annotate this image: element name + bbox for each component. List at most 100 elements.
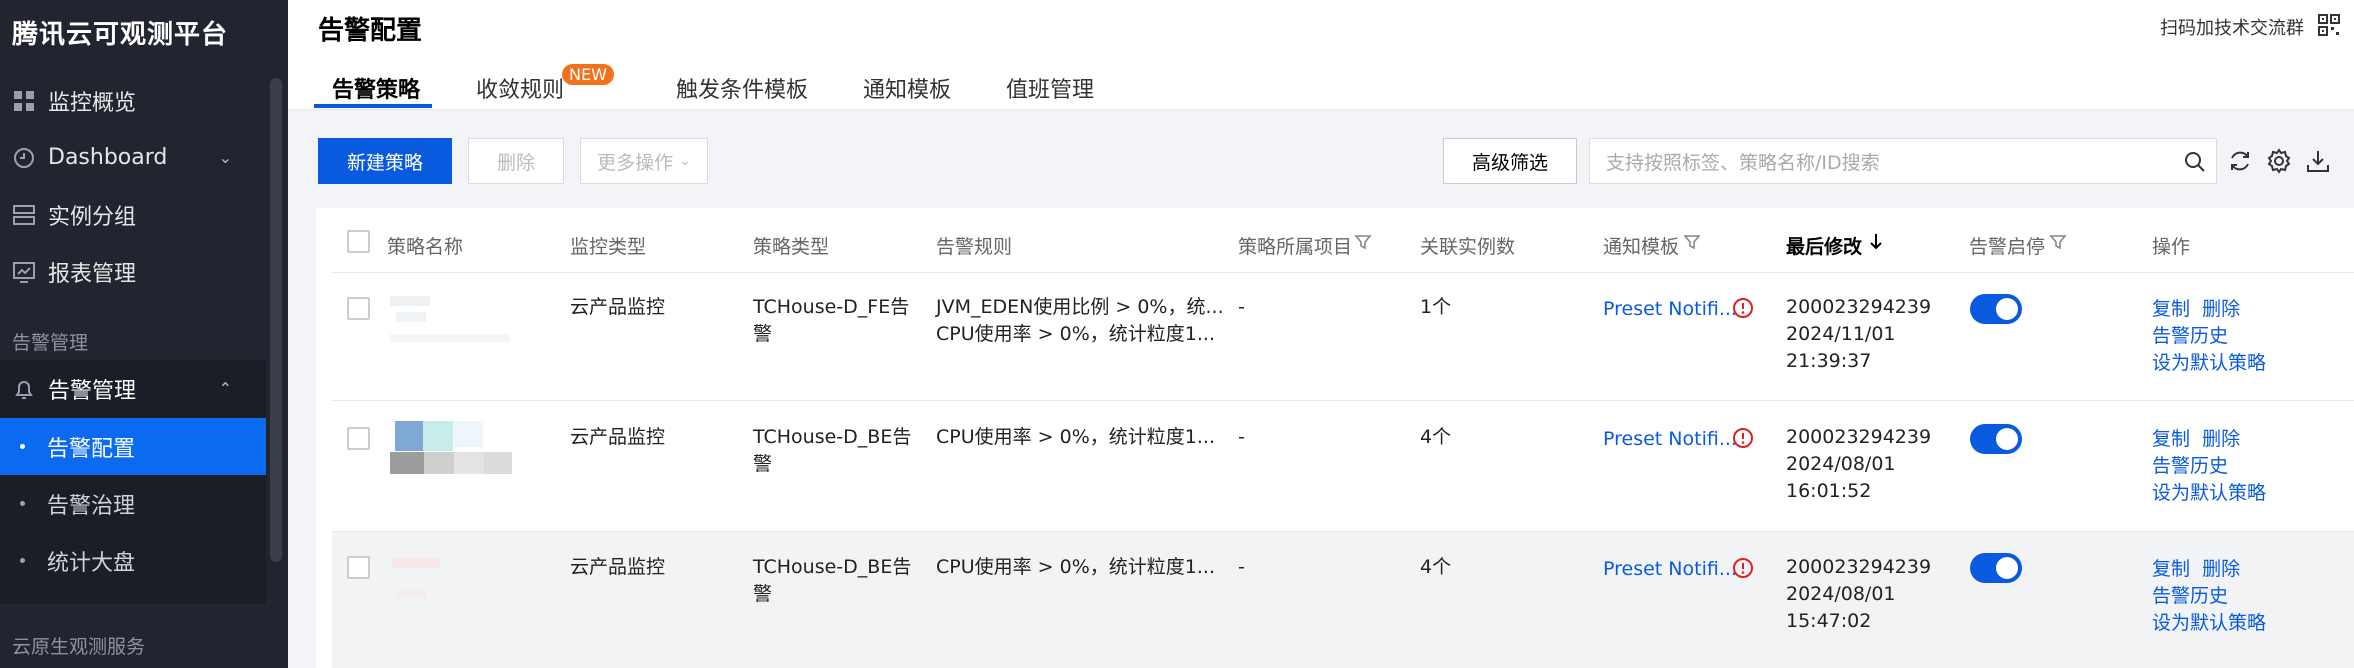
sidebar-item-reports[interactable]: 报表管理 xyxy=(0,243,266,300)
modified-date: 2024/11/01 xyxy=(1786,323,1896,345)
sidebar-group-alarm[interactable]: 告警管理 ⌃ xyxy=(0,360,266,417)
filter-icon[interactable] xyxy=(1353,232,1375,254)
download-icon[interactable] xyxy=(2305,148,2331,174)
alarm-history-link[interactable]: 告警历史 xyxy=(2152,453,2266,480)
tab-trigger-templates[interactable]: 触发条件模板 xyxy=(676,72,808,104)
modified-date: 2024/08/01 xyxy=(1786,583,1896,605)
tab-on-call[interactable]: 值班管理 xyxy=(1006,72,1094,104)
project: - xyxy=(1238,556,1245,578)
filter-icon[interactable] xyxy=(1682,232,1704,254)
warning-circle-icon[interactable] xyxy=(1732,297,1754,319)
dashboard-grid-icon xyxy=(12,89,36,113)
chevron-down-icon[interactable]: ⌄ xyxy=(219,148,232,167)
clock-icon xyxy=(12,146,36,170)
page-title: 告警配置 xyxy=(318,16,423,46)
alarm-history-link[interactable]: 告警历史 xyxy=(2152,583,2266,610)
alarm-history-link[interactable]: 告警历史 xyxy=(2152,323,2266,350)
alarm-toggle[interactable] xyxy=(1970,553,2022,583)
policy-name-redacted[interactable] xyxy=(395,421,423,451)
row-checkbox[interactable] xyxy=(347,297,370,320)
delete-link[interactable]: 删除 xyxy=(2202,428,2240,450)
gear-icon[interactable] xyxy=(2266,148,2292,174)
toggle-knob xyxy=(1996,428,2018,450)
tab-notify-templates[interactable]: 通知模板 xyxy=(863,72,951,104)
tab-convergence-rules[interactable]: 收敛规则 xyxy=(476,72,564,104)
more-operations-dropdown[interactable]: 更多操作 ⌄ xyxy=(580,138,708,184)
row-operations: 复制 删除 告警历史 设为默认策略 xyxy=(2152,426,2266,507)
alarm-rules: JVM_EDEN使用比例 > 0%，统... CPU使用率 > 0%，统计粒度1… xyxy=(936,294,1224,348)
policy-id-redacted xyxy=(424,452,454,474)
row-divider xyxy=(332,272,2354,273)
policy-type: TCHouse-D_BE告 警 xyxy=(753,554,911,608)
set-default-link[interactable]: 设为默认策略 xyxy=(2152,350,2266,377)
row-checkbox[interactable] xyxy=(347,556,370,579)
copy-link[interactable]: 复制 xyxy=(2152,428,2190,450)
toggle-knob xyxy=(1996,298,2018,320)
last-modified: 200023294239 2024/08/01 16:01:52 xyxy=(1786,424,1931,505)
modified-time: 21:39:37 xyxy=(1786,350,1872,372)
delete-link[interactable]: 删除 xyxy=(2202,298,2240,320)
delete-button[interactable]: 删除 xyxy=(468,138,564,184)
column-header-notify-template: 通知模板 xyxy=(1603,236,1680,258)
sidebar-item-alarm-config[interactable]: 告警配置 xyxy=(0,418,266,475)
policy-name-redacted xyxy=(396,312,426,322)
new-policy-button[interactable]: 新建策略 xyxy=(318,138,452,184)
notify-template-link[interactable]: Preset Notifi... xyxy=(1603,296,1737,323)
warning-circle-icon[interactable] xyxy=(1732,557,1754,579)
policy-name-redacted[interactable] xyxy=(392,558,440,568)
sidebar-item-alarm-governance[interactable]: 告警治理 xyxy=(0,475,266,532)
alarm-toggle[interactable] xyxy=(1970,424,2022,454)
qr-join-group-link[interactable]: 扫码加技术交流群 xyxy=(2160,14,2304,40)
more-operations-label: 更多操作 xyxy=(597,151,674,174)
policy-name-redacted[interactable] xyxy=(390,296,430,306)
set-default-link[interactable]: 设为默认策略 xyxy=(2152,610,2266,637)
policy-name-redacted xyxy=(423,421,453,451)
refresh-icon[interactable] xyxy=(2227,148,2253,174)
alarm-toggle[interactable] xyxy=(1970,294,2022,324)
copy-link[interactable]: 复制 xyxy=(2152,558,2190,580)
delete-link[interactable]: 删除 xyxy=(2202,558,2240,580)
policy-id-redacted xyxy=(396,590,426,598)
sort-arrow-down-icon[interactable] xyxy=(1866,232,1888,254)
policy-type-line: 警 xyxy=(753,583,773,605)
alarm-rules: CPU使用率 > 0%，统计粒度1... xyxy=(936,554,1215,581)
instance-count: 4个 xyxy=(1420,556,1452,578)
tab-alarm-policy[interactable]: 告警策略 xyxy=(332,72,420,104)
copy-link[interactable]: 复制 xyxy=(2152,298,2190,320)
filter-icon[interactable] xyxy=(2048,232,2070,254)
column-header-last-modified[interactable]: 最后修改 xyxy=(1786,232,1862,259)
sidebar-item-stats-board[interactable]: 统计大盘 xyxy=(0,532,266,589)
policy-type-line: TCHouse-D_BE告 xyxy=(753,426,912,448)
sidebar-item-label: Dashboard xyxy=(48,145,168,170)
search-icon[interactable] xyxy=(2184,151,2206,173)
chevron-up-icon[interactable]: ⌃ xyxy=(219,379,232,398)
modified-by: 200023294239 xyxy=(1786,556,1932,578)
warning-circle-icon[interactable] xyxy=(1732,427,1754,449)
monitor-type: 云产品监控 xyxy=(570,296,666,318)
sidebar-item-instance-groups[interactable]: 实例分组 xyxy=(0,186,266,243)
instance-count: 1个 xyxy=(1420,296,1452,318)
advanced-filter-button[interactable]: 高级筛选 xyxy=(1443,138,1577,184)
policy-type: TCHouse-D_FE告 警 xyxy=(753,294,909,348)
policy-type-line: 警 xyxy=(753,323,773,345)
set-default-link[interactable]: 设为默认策略 xyxy=(2152,480,2266,507)
instance-count: 4个 xyxy=(1420,426,1452,448)
sidebar-item-overview[interactable]: 监控概览 xyxy=(0,72,266,129)
select-all-checkbox[interactable] xyxy=(347,230,370,253)
notify-template-link[interactable]: Preset Notifi... xyxy=(1603,426,1737,453)
qr-code-icon[interactable] xyxy=(2318,14,2340,36)
policy-id-redacted xyxy=(454,452,484,474)
modified-time: 16:01:52 xyxy=(1786,480,1872,502)
notify-template-link[interactable]: Preset Notifi... xyxy=(1603,556,1737,583)
search-input[interactable]: 支持按照标签、策略名称/ID搜索 xyxy=(1589,138,2217,184)
row-divider xyxy=(332,400,2354,401)
active-tab-indicator xyxy=(314,104,432,108)
alarm-rule: CPU使用率 > 0%，统计粒度1... xyxy=(936,323,1215,345)
sidebar-item-dashboard[interactable]: Dashboard ⌄ xyxy=(0,129,266,186)
modified-date: 2024/08/01 xyxy=(1786,453,1896,475)
sidebar-scrollbar[interactable] xyxy=(270,78,282,562)
new-badge: NEW xyxy=(562,64,614,85)
row-checkbox[interactable] xyxy=(347,427,370,450)
modified-time: 15:47:02 xyxy=(1786,610,1872,632)
sidebar-section-label: 告警管理 xyxy=(12,332,89,354)
